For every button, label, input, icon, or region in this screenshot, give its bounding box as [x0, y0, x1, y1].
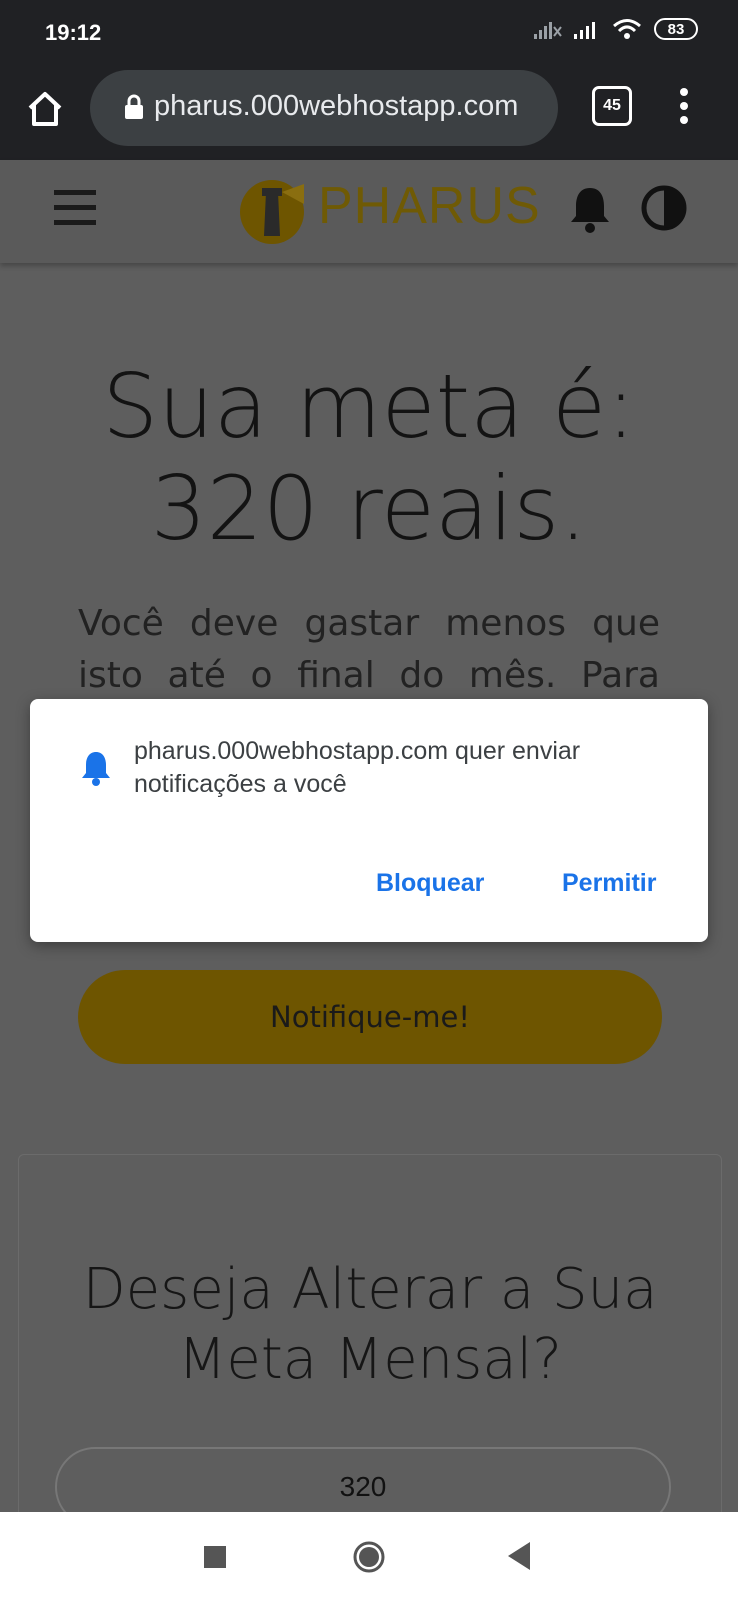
notify-button[interactable]: Notifique-me! [78, 970, 662, 1064]
bell-icon[interactable] [568, 184, 612, 234]
block-button[interactable]: Bloquear [376, 869, 484, 898]
recents-icon[interactable] [204, 1546, 226, 1568]
battery-level: 83 [667, 20, 685, 38]
status-time: 19:12 [45, 20, 102, 45]
lock-icon [125, 94, 143, 119]
address-bar[interactable]: pharus.000webhostapp.com [90, 70, 558, 146]
brand-name: PHARUS [318, 177, 541, 235]
lighthouse-logo-icon [240, 180, 304, 244]
change-goal-title: Deseja Alterar a Sua Meta Mensal? [82, 1257, 658, 1392]
hamburger-menu-icon[interactable] [54, 190, 96, 226]
allow-button[interactable]: Permitir [562, 869, 656, 898]
url-text[interactable]: pharus.000webhostapp.com [154, 90, 554, 123]
home-icon[interactable] [22, 86, 68, 132]
wifi-icon [613, 19, 641, 39]
dialog-message: pharus.000webhostapp.com quer enviar not… [134, 737, 581, 798]
signal-off-icon [534, 22, 562, 39]
home-nav-icon[interactable] [352, 1540, 386, 1574]
browser-toolbar: pharus.000webhostapp.com 45 [0, 66, 738, 160]
goal-title: Sua meta é: 320 reais. [102, 355, 636, 560]
status-bar: 19:12 83 [0, 0, 738, 66]
back-icon[interactable] [508, 1542, 530, 1570]
goal-description: Você deve gastar menos que isto até o fi… [78, 603, 660, 690]
more-vert-icon[interactable] [676, 86, 692, 126]
change-goal-card: Deseja Alterar a Sua Meta Mensal? [18, 1154, 722, 1556]
battery-icon: 83 [654, 18, 698, 40]
signal-icon [574, 22, 595, 39]
navigation-bar [0, 1512, 738, 1600]
status-icons: 83 [534, 18, 698, 40]
tabs-button[interactable]: 45 [592, 86, 632, 126]
bell-icon [82, 752, 110, 786]
site-header: PHARUS [0, 160, 738, 263]
contrast-icon[interactable] [640, 184, 688, 232]
tab-count: 45 [603, 97, 621, 114]
permission-dialog: pharus.000webhostapp.com quer enviar not… [30, 699, 708, 942]
